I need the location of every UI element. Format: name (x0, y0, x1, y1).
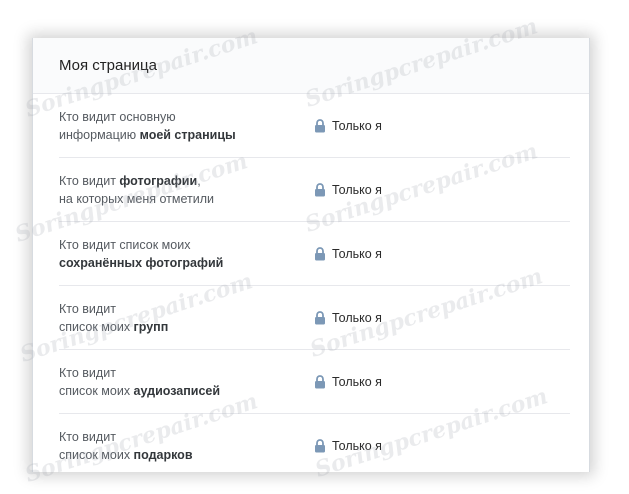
row-label: Кто видит основную информацию моей стран… (59, 108, 314, 144)
row-label-bold: групп (133, 319, 169, 334)
row-label-bold: сохранённых фотографий (59, 255, 224, 270)
row-label-line: Кто видит (59, 365, 116, 380)
section-title: Моя страница (59, 57, 157, 74)
lock-icon (315, 439, 325, 453)
row-label-line: список моих (59, 448, 134, 462)
section-header: Моя страница (33, 38, 589, 94)
row-label: Кто видит фотографии, на которых меня от… (59, 172, 314, 208)
privacy-row-tagged-photos: Кто видит фотографии, на которых меня от… (59, 158, 570, 222)
row-label-line: Кто видит (59, 430, 116, 444)
privacy-row-audio: Кто видит список моих аудиозаписей Тольк… (59, 350, 570, 414)
privacy-value-label: Только я (332, 118, 382, 133)
privacy-value-dropdown[interactable]: Только я (314, 183, 382, 197)
privacy-value-dropdown[interactable]: Только я (314, 247, 382, 261)
row-label-bold: моей страницы (139, 127, 236, 142)
row-label-bold: аудиозаписей (133, 383, 221, 398)
row-label-line: Кто видит (59, 173, 120, 188)
lock-icon (315, 374, 325, 388)
privacy-rows: Кто видит основную информацию моей стран… (33, 94, 589, 472)
row-label-bold: фотографии (119, 173, 198, 188)
privacy-settings-card: Моя страница Кто видит основную информац… (32, 38, 590, 472)
privacy-row-gifts: Кто видит список моих подарков Только я (59, 414, 570, 472)
privacy-value-dropdown[interactable]: Только я (314, 375, 382, 389)
privacy-row-saved-photos: Кто видит список моих сохранённых фотогр… (59, 222, 570, 286)
row-label-line: , (197, 173, 201, 188)
row-label: Кто видит список моих групп (59, 300, 314, 336)
row-label-line: Кто видит (59, 301, 116, 316)
privacy-value-dropdown[interactable]: Только я (314, 119, 382, 133)
privacy-value-dropdown[interactable]: Только я (314, 311, 382, 325)
row-label: Кто видит список моих подарков (59, 428, 314, 464)
privacy-row-groups: Кто видит список моих групп Только я (59, 286, 570, 350)
row-label-line: Кто видит основную (59, 109, 176, 124)
lock-icon (315, 118, 325, 132)
row-label-line: список моих (59, 383, 134, 398)
row-label-line: на которых меня отметили (59, 191, 215, 206)
privacy-row-main-info: Кто видит основную информацию моей стран… (59, 94, 570, 158)
lock-icon (315, 182, 325, 196)
row-label-line: Кто видит список моих (59, 237, 191, 252)
screenshot-stage: Моя страница Кто видит основную информац… (0, 0, 629, 494)
row-label-bold: подарков (133, 448, 193, 462)
privacy-value-label: Только я (332, 182, 382, 197)
row-label-line: информацию (59, 127, 140, 142)
lock-icon (315, 246, 325, 260)
row-label: Кто видит список моих сохранённых фотогр… (59, 236, 314, 272)
lock-icon (315, 310, 325, 324)
row-label: Кто видит список моих аудиозаписей (59, 364, 314, 400)
privacy-value-label: Только я (332, 374, 382, 389)
privacy-value-label: Только я (332, 246, 382, 261)
privacy-value-label: Только я (332, 439, 382, 453)
row-label-line: список моих (59, 319, 134, 334)
privacy-value-dropdown[interactable]: Только я (314, 439, 382, 453)
privacy-value-label: Только я (332, 310, 382, 325)
